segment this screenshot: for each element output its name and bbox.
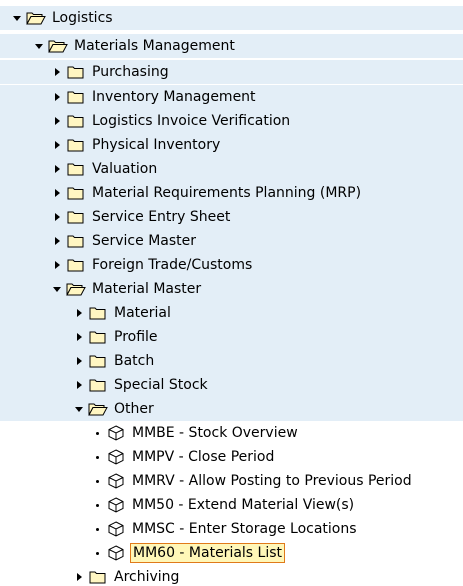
node-label: MMRV - Allow Posting to Previous Period — [132, 473, 412, 489]
expand-arrow-icon[interactable] — [34, 43, 44, 49]
bullet-icon — [92, 527, 102, 531]
node-label: MM50 - Extend Material View(s) — [132, 497, 355, 513]
node-label: Other — [114, 401, 154, 417]
node-label: Service Master — [92, 233, 197, 249]
tree-node-mmbe[interactable]: MMBE - Stock Overview — [0, 421, 463, 445]
transaction-cube-icon — [108, 521, 124, 537]
tree-node-material[interactable]: Material — [0, 301, 463, 325]
folder-icon — [67, 91, 84, 104]
node-label: Logistics — [52, 10, 113, 26]
tree-node-mmsc[interactable]: MMSC - Enter Storage Locations — [0, 517, 463, 541]
collapse-arrow-icon[interactable] — [52, 261, 62, 269]
folder-open-icon — [48, 40, 68, 53]
folder-icon — [67, 139, 84, 152]
tree-node-purchasing[interactable]: Purchasing — [0, 60, 463, 84]
collapse-arrow-icon[interactable] — [74, 333, 84, 341]
tree-node-inventory-management[interactable]: Inventory Management — [0, 85, 463, 109]
transaction-cube-icon — [108, 473, 124, 489]
node-label: MMPV - Close Period — [132, 449, 275, 465]
bullet-icon — [92, 431, 102, 435]
node-label: Valuation — [92, 161, 158, 177]
tree-node-logistics-invoice-verification[interactable]: Logistics Invoice Verification — [0, 109, 463, 133]
collapse-arrow-icon[interactable] — [74, 357, 84, 365]
expand-arrow-icon[interactable] — [74, 406, 84, 412]
node-label: Archiving — [114, 569, 180, 585]
collapse-arrow-icon[interactable] — [52, 213, 62, 221]
folder-icon — [67, 163, 84, 176]
folder-icon — [67, 66, 84, 79]
tree-node-batch[interactable]: Batch — [0, 349, 463, 373]
tree-node-valuation[interactable]: Valuation — [0, 157, 463, 181]
menu-tree: Logistics Materials Management Purchasin… — [0, 0, 463, 586]
folder-icon — [67, 115, 84, 128]
collapse-arrow-icon[interactable] — [74, 309, 84, 317]
bullet-icon — [92, 479, 102, 483]
folder-icon — [89, 379, 106, 392]
collapse-arrow-icon[interactable] — [52, 165, 62, 173]
collapse-arrow-icon[interactable] — [52, 141, 62, 149]
selected-node-label: MM60 - Materials List — [130, 543, 286, 563]
folder-icon — [67, 211, 84, 224]
tree-node-mmrv[interactable]: MMRV - Allow Posting to Previous Period — [0, 469, 463, 493]
node-label: Profile — [114, 329, 158, 345]
node-label: Materials Management — [74, 38, 235, 54]
node-label: Batch — [114, 353, 155, 369]
folder-icon — [89, 331, 106, 344]
node-label: Logistics Invoice Verification — [92, 113, 291, 129]
collapse-arrow-icon[interactable] — [52, 117, 62, 125]
node-label: Physical Inventory — [92, 137, 221, 153]
tree-node-logistics[interactable]: Logistics — [0, 6, 463, 30]
tree-node-mmpv[interactable]: MMPV - Close Period — [0, 445, 463, 469]
node-label: Material — [114, 305, 171, 321]
folder-icon — [67, 235, 84, 248]
folder-icon — [89, 571, 106, 584]
node-label: Service Entry Sheet — [92, 209, 231, 225]
node-label: Foreign Trade/Customs — [92, 257, 253, 273]
tree-node-mrp[interactable]: Material Requirements Planning (MRP) — [0, 181, 463, 205]
transaction-cube-icon — [108, 449, 124, 465]
tree-node-mm60[interactable]: MM60 - Materials List — [0, 541, 463, 565]
transaction-cube-icon — [108, 425, 124, 441]
folder-open-icon — [66, 283, 86, 296]
folder-open-icon — [88, 403, 108, 416]
folder-icon — [89, 355, 106, 368]
folder-open-icon — [26, 12, 46, 25]
tree-node-service-entry-sheet[interactable]: Service Entry Sheet — [0, 205, 463, 229]
bullet-icon — [92, 503, 102, 507]
collapse-arrow-icon[interactable] — [52, 93, 62, 101]
folder-icon — [89, 307, 106, 320]
tree-node-foreign-trade[interactable]: Foreign Trade/Customs — [0, 253, 463, 277]
node-label: Material Requirements Planning (MRP) — [92, 185, 362, 201]
folder-icon — [67, 187, 84, 200]
tree-node-materials-management[interactable]: Materials Management — [0, 34, 463, 58]
collapse-arrow-icon[interactable] — [52, 68, 62, 76]
node-label: Inventory Management — [92, 89, 256, 105]
bullet-icon — [92, 551, 102, 555]
collapse-arrow-icon[interactable] — [74, 573, 84, 581]
folder-icon — [67, 259, 84, 272]
expand-arrow-icon[interactable] — [52, 286, 62, 292]
tree-node-archiving[interactable]: Archiving — [0, 565, 463, 586]
collapse-arrow-icon[interactable] — [52, 237, 62, 245]
bullet-icon — [92, 455, 102, 459]
tree-node-other[interactable]: Other — [0, 397, 463, 421]
transaction-cube-icon — [108, 545, 124, 561]
collapse-arrow-icon[interactable] — [52, 189, 62, 197]
transaction-cube-icon — [108, 497, 124, 513]
node-label: Material Master — [92, 281, 202, 297]
node-label: MMSC - Enter Storage Locations — [132, 521, 357, 537]
tree-node-mm50[interactable]: MM50 - Extend Material View(s) — [0, 493, 463, 517]
collapse-arrow-icon[interactable] — [74, 381, 84, 389]
node-label: Purchasing — [92, 64, 169, 80]
tree-node-material-master[interactable]: Material Master — [0, 277, 463, 301]
node-label: Special Stock — [114, 377, 208, 393]
tree-node-service-master[interactable]: Service Master — [0, 229, 463, 253]
expand-arrow-icon[interactable] — [12, 15, 22, 21]
tree-node-physical-inventory[interactable]: Physical Inventory — [0, 133, 463, 157]
node-label: MMBE - Stock Overview — [132, 425, 298, 441]
tree-node-special-stock[interactable]: Special Stock — [0, 373, 463, 397]
tree-node-profile[interactable]: Profile — [0, 325, 463, 349]
